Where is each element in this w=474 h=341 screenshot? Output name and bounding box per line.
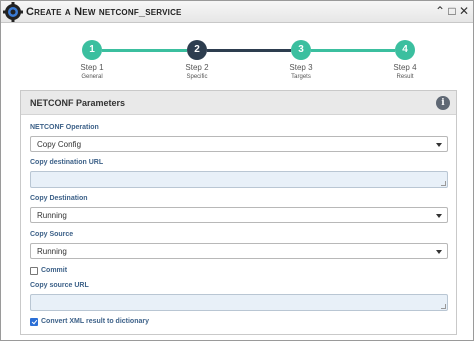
convert-xml-label: Convert XML result to dictionary — [41, 318, 149, 325]
netconf-parameters-panel: NETCONF Parameters i NETCONF Operation C… — [20, 90, 457, 335]
copy-source-url-label: Copy source URL — [30, 282, 89, 289]
wizard-steps: 1 2 3 4 Step 1 Step 2 Step 3 Step 4 Gene… — [1, 24, 473, 86]
window-title: Create a New netconf_service — [26, 6, 182, 18]
step-connector — [311, 49, 395, 52]
panel-title: NETCONF Parameters — [30, 98, 126, 108]
copy-destination-url-field[interactable] — [30, 171, 448, 188]
netconf-operation-select[interactable]: Copy Config — [30, 136, 448, 152]
resize-handle-icon[interactable] — [441, 304, 446, 309]
step-4-circle[interactable]: 4 — [395, 40, 415, 60]
copy-destination-label: Copy Destination — [30, 195, 88, 202]
step-connector — [207, 49, 291, 52]
step-4-sublabel: Result — [396, 74, 414, 80]
convert-xml-checkbox[interactable] — [30, 318, 38, 326]
step-3-label: Step 3 — [289, 63, 313, 72]
info-icon[interactable]: i — [436, 96, 450, 110]
step-4-label: Step 4 — [393, 63, 417, 72]
title-bar[interactable]: Create a New netconf_service ⌃ □ ✕ — [1, 1, 473, 23]
copy-source-label: Copy Source — [30, 231, 74, 238]
step-2-circle[interactable]: 2 — [187, 40, 207, 60]
commit-checkbox[interactable] — [30, 267, 38, 275]
close-button[interactable]: ✕ — [456, 3, 472, 20]
step-connector — [102, 49, 187, 52]
step-1-label: Step 1 — [80, 63, 104, 72]
step-3-circle[interactable]: 3 — [291, 40, 311, 60]
chevron-down-icon — [436, 143, 442, 147]
step-2-sublabel: Specific — [186, 74, 208, 80]
netconf-operation-label: NETCONF Operation — [30, 124, 99, 131]
commit-label: Commit — [41, 267, 68, 274]
copy-source-select[interactable]: Running — [30, 243, 448, 259]
netconf-operation-value: Copy Config — [37, 140, 82, 149]
chevron-down-icon — [436, 214, 442, 218]
copy-source-value: Running — [37, 247, 67, 256]
checkmark-icon — [31, 318, 38, 325]
dialog-window: Create a New netconf_service ⌃ □ ✕ 1 2 3… — [0, 0, 474, 341]
copy-source-url-field[interactable] — [30, 294, 448, 311]
chevron-down-icon — [436, 250, 442, 254]
copy-destination-value: Running — [37, 211, 67, 220]
resize-handle-icon[interactable] — [441, 181, 446, 186]
step-3-sublabel: Targets — [291, 74, 311, 80]
panel-header: NETCONF Parameters i — [21, 91, 456, 115]
step-1-sublabel: General — [81, 74, 103, 80]
gear-icon — [3, 2, 23, 22]
copy-destination-select[interactable]: Running — [30, 207, 448, 223]
step-1-circle[interactable]: 1 — [82, 40, 102, 60]
step-2-label: Step 2 — [185, 63, 209, 72]
copy-destination-url-label: Copy destination URL — [30, 159, 104, 166]
